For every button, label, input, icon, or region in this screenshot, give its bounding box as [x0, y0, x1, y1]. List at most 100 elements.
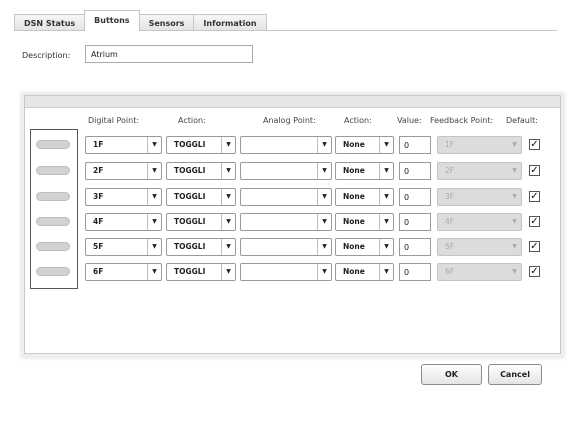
- digital-point-select[interactable]: 5F ▼: [85, 238, 162, 256]
- chevron-down-icon[interactable]: ▼: [379, 163, 393, 179]
- chevron-down-icon[interactable]: ▼: [221, 189, 235, 205]
- default-checkbox[interactable]: ✓: [529, 241, 540, 252]
- action-select[interactable]: TOGGLI ▼: [166, 263, 236, 281]
- button-indicator[interactable]: [36, 267, 70, 276]
- col-header-digital-point: Digital Point:: [88, 116, 140, 125]
- value-input[interactable]: [399, 188, 431, 206]
- feedback-point-select: 3F ▼: [437, 188, 522, 206]
- action-2-value: None: [343, 140, 365, 149]
- action-2-value: None: [343, 242, 365, 251]
- description-input[interactable]: [85, 45, 253, 63]
- chevron-down-icon[interactable]: ▼: [379, 189, 393, 205]
- action-select[interactable]: TOGGLI ▼: [166, 136, 236, 154]
- digital-point-select[interactable]: 3F ▼: [85, 188, 162, 206]
- chevron-down-icon[interactable]: ▼: [221, 137, 235, 153]
- tab-buttons[interactable]: Buttons: [84, 10, 140, 31]
- chevron-down-icon: ▼: [512, 193, 517, 200]
- button-indicator[interactable]: [36, 192, 70, 201]
- feedback-point-value: 6F: [445, 267, 455, 276]
- tab-information[interactable]: Information: [193, 14, 267, 31]
- chevron-down-icon: ▼: [512, 141, 517, 148]
- chevron-down-icon[interactable]: ▼: [379, 264, 393, 280]
- value-input[interactable]: [399, 263, 431, 281]
- analog-point-select[interactable]: ▼: [240, 263, 332, 281]
- action-select[interactable]: TOGGLI ▼: [166, 162, 236, 180]
- chevron-down-icon[interactable]: ▼: [147, 264, 161, 280]
- default-checkbox[interactable]: ✓: [529, 191, 540, 202]
- chevron-down-icon[interactable]: ▼: [317, 189, 331, 205]
- feedback-point-select: 1F ▼: [437, 136, 522, 154]
- chevron-down-icon: ▼: [512, 218, 517, 225]
- tab-sensors[interactable]: Sensors: [138, 14, 195, 31]
- col-header-value: Value:: [397, 116, 422, 125]
- chevron-down-icon[interactable]: ▼: [147, 214, 161, 230]
- digital-point-value: 4F: [93, 217, 104, 226]
- chevron-down-icon[interactable]: ▼: [221, 214, 235, 230]
- chevron-down-icon[interactable]: ▼: [379, 214, 393, 230]
- action-value: TOGGLI: [174, 217, 206, 226]
- default-checkbox[interactable]: ✓: [529, 165, 540, 176]
- action-value: TOGGLI: [174, 242, 206, 251]
- value-input[interactable]: [399, 136, 431, 154]
- tab-dsn-status[interactable]: DSN Status: [14, 14, 86, 31]
- action-2-select[interactable]: None ▼: [335, 213, 394, 231]
- chevron-down-icon[interactable]: ▼: [221, 239, 235, 255]
- action-select[interactable]: TOGGLI ▼: [166, 213, 236, 231]
- action-2-select[interactable]: None ▼: [335, 188, 394, 206]
- button-indicator[interactable]: [36, 166, 70, 175]
- action-value: TOGGLI: [174, 267, 206, 276]
- feedback-point-select: 5F ▼: [437, 238, 522, 256]
- action-select[interactable]: TOGGLI ▼: [166, 188, 236, 206]
- chevron-down-icon[interactable]: ▼: [221, 163, 235, 179]
- chevron-down-icon[interactable]: ▼: [317, 137, 331, 153]
- chevron-down-icon[interactable]: ▼: [221, 264, 235, 280]
- action-2-select[interactable]: None ▼: [335, 238, 394, 256]
- analog-point-select[interactable]: ▼: [240, 213, 332, 231]
- default-checkbox[interactable]: ✓: [529, 266, 540, 277]
- action-value: TOGGLI: [174, 192, 206, 201]
- digital-point-value: 3F: [93, 192, 104, 201]
- digital-point-select[interactable]: 4F ▼: [85, 213, 162, 231]
- chevron-down-icon[interactable]: ▼: [147, 163, 161, 179]
- default-checkbox[interactable]: ✓: [529, 139, 540, 150]
- chevron-down-icon[interactable]: ▼: [379, 137, 393, 153]
- digital-point-select[interactable]: 1F ▼: [85, 136, 162, 154]
- button-indicator[interactable]: [36, 217, 70, 226]
- action-value: TOGGLI: [174, 140, 206, 149]
- value-input[interactable]: [399, 213, 431, 231]
- feedback-point-value: 3F: [445, 192, 455, 201]
- digital-point-select[interactable]: 6F ▼: [85, 263, 162, 281]
- ok-button[interactable]: OK: [421, 364, 482, 385]
- chevron-down-icon[interactable]: ▼: [317, 214, 331, 230]
- value-input[interactable]: [399, 238, 431, 256]
- col-header-action: Action:: [178, 116, 206, 125]
- digital-point-select[interactable]: 2F ▼: [85, 162, 162, 180]
- analog-point-select[interactable]: ▼: [240, 238, 332, 256]
- button-indicator-frame: [30, 129, 78, 289]
- chevron-down-icon[interactable]: ▼: [379, 239, 393, 255]
- chevron-down-icon: ▼: [512, 268, 517, 275]
- button-indicator[interactable]: [36, 140, 70, 149]
- chevron-down-icon[interactable]: ▼: [317, 163, 331, 179]
- chevron-down-icon[interactable]: ▼: [147, 137, 161, 153]
- chevron-down-icon[interactable]: ▼: [317, 264, 331, 280]
- action-2-select[interactable]: None ▼: [335, 263, 394, 281]
- action-2-value: None: [343, 166, 365, 175]
- chevron-down-icon[interactable]: ▼: [147, 239, 161, 255]
- default-checkbox[interactable]: ✓: [529, 216, 540, 227]
- analog-point-select[interactable]: ▼: [240, 136, 332, 154]
- button-indicator[interactable]: [36, 242, 70, 251]
- chevron-down-icon: ▼: [512, 167, 517, 174]
- action-2-select[interactable]: None ▼: [335, 162, 394, 180]
- action-2-select[interactable]: None ▼: [335, 136, 394, 154]
- analog-point-select[interactable]: ▼: [240, 162, 332, 180]
- action-select[interactable]: TOGGLI ▼: [166, 238, 236, 256]
- description-label: Description:: [22, 51, 71, 60]
- chevron-down-icon[interactable]: ▼: [317, 239, 331, 255]
- col-header-action-2: Action:: [344, 116, 372, 125]
- cancel-button[interactable]: Cancel: [488, 364, 542, 385]
- value-input[interactable]: [399, 162, 431, 180]
- feedback-point-value: 5F: [445, 242, 455, 251]
- analog-point-select[interactable]: ▼: [240, 188, 332, 206]
- chevron-down-icon[interactable]: ▼: [147, 189, 161, 205]
